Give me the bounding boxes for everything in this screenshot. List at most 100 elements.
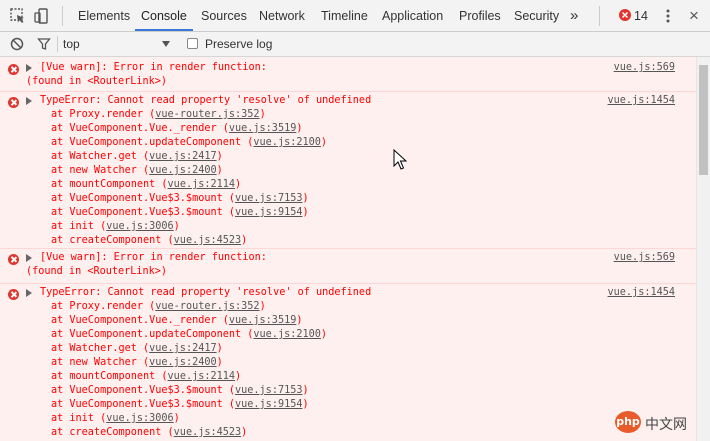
message-text: TypeError: Cannot read property 'resolve… (40, 95, 372, 106)
stack-frame-link[interactable]: vue-router.js:352 (155, 301, 259, 312)
close-devtools-button[interactable]: × (689, 0, 699, 31)
toolbar-divider (57, 36, 58, 52)
stack-frame-link[interactable]: vue.js:3519 (229, 315, 296, 326)
message-text: [Vue warn]: Error in render function: (40, 252, 267, 263)
console-toolbar (0, 32, 710, 57)
tab-sources[interactable]: Sources (201, 0, 247, 31)
menu-icon[interactable] (659, 7, 677, 25)
stack-frame-link[interactable]: vue.js:2400 (149, 165, 216, 176)
stack-frame-close-paren: ) (173, 221, 180, 232)
stack-frame: at new Watcher (vue.js:2400) (51, 356, 327, 370)
stack-frame: at VueComponent.updateComponent (vue.js:… (51, 328, 327, 342)
stack-frame-function: at VueComponent.Vue$3.$mount ( (51, 207, 236, 218)
stack-frame-close-paren: ) (173, 413, 180, 424)
stack-frame: at createComponent (vue.js:4523) (51, 426, 327, 440)
watermark: php 中文网 (615, 409, 707, 439)
inspect-element-icon[interactable] (9, 7, 27, 25)
stack-frame-close-paren: ) (259, 301, 266, 312)
clear-console-icon[interactable] (10, 37, 24, 51)
stack-frame: at mountComponent (vue.js:2114) (51, 370, 327, 384)
stack-frame-close-paren: ) (320, 137, 328, 148)
stack-frame-function: at createComponent ( (51, 235, 174, 246)
expand-triangle-icon[interactable] (26, 254, 32, 262)
stack-frame-close-paren: ) (259, 109, 266, 120)
stack-frame-link[interactable]: vue.js:4523 (174, 427, 241, 438)
tab-profiles[interactable]: Profiles (459, 0, 501, 31)
stack-frame-close-paren: ) (241, 427, 248, 438)
stack-frame-function: at VueComponent.Vue._render ( (51, 123, 229, 134)
expand-triangle-icon[interactable] (26, 289, 32, 297)
source-link[interactable]: vue.js:1454 (608, 94, 675, 108)
stack-frame-link[interactable]: vue.js:2114 (168, 371, 235, 382)
tab-elements[interactable]: Elements (78, 0, 130, 31)
filter-icon[interactable] (37, 37, 51, 51)
error-icon (8, 289, 19, 300)
stack-frame-function: at VueComponent.updateComponent ( (51, 329, 254, 340)
stack-frame-link[interactable]: vue.js:9154 (235, 207, 302, 218)
stack-frame-function: at VueComponent.Vue$3.$mount ( (51, 193, 236, 204)
stack-frame: at Watcher.get (vue.js:2417) (51, 150, 327, 164)
stack-frame-link[interactable]: vue.js:3519 (229, 123, 296, 134)
source-link[interactable]: vue.js:1454 (608, 286, 675, 300)
error-icon (8, 64, 19, 75)
stack-frame-link[interactable]: vue.js:7153 (235, 385, 302, 396)
preserve-log-label[interactable]: Preserve log (205, 37, 272, 51)
console-message: [Vue warn]: Error in render function: (f… (0, 249, 696, 284)
stack-frame-link[interactable]: vue.js:9154 (235, 399, 302, 410)
tabbar-divider (599, 6, 600, 26)
stack-frame-function: at init ( (51, 221, 107, 232)
message-text: TypeError: Cannot read property 'resolve… (40, 287, 372, 298)
stack-frame-close-paren: ) (302, 193, 309, 204)
tab-network[interactable]: Network (259, 0, 305, 31)
stack-frame-function: at VueComponent.Vue$3.$mount ( (51, 399, 236, 410)
stack-frame-link[interactable]: vue.js:2417 (149, 151, 216, 162)
devtools-tabbar: Elements Console Sources Network Timelin… (0, 0, 710, 32)
console-scrollbar[interactable] (696, 57, 710, 441)
tab-console[interactable]: Console (135, 0, 193, 31)
stack-frame-link[interactable]: vue.js:2100 (253, 137, 320, 148)
stack-frame-link[interactable]: vue.js:2400 (149, 357, 216, 368)
stack-frame-link[interactable]: vue-router.js:352 (155, 109, 259, 120)
tab-application[interactable]: Application (382, 0, 443, 31)
console-message: TypeError: Cannot read property 'resolve… (0, 92, 696, 249)
stack-frame: at VueComponent.updateComponent (vue.js:… (51, 136, 327, 150)
context-selector[interactable]: top (63, 37, 80, 51)
stack-frame-function: at Proxy.render ( (51, 301, 156, 312)
error-count-icon[interactable] (619, 9, 631, 21)
tab-security[interactable]: Security (514, 0, 559, 31)
stack-frame-function: at new Watcher ( (51, 357, 150, 368)
stack-frame-close-paren: ) (216, 357, 223, 368)
stack-frame-link[interactable]: vue.js:3006 (106, 221, 173, 232)
tab-timeline[interactable]: Timeline (321, 0, 368, 31)
chevron-down-icon[interactable] (162, 41, 170, 47)
source-link[interactable]: vue.js:569 (614, 61, 675, 75)
device-toolbar-icon[interactable] (33, 7, 51, 25)
stack-frame-link[interactable]: vue.js:3006 (106, 413, 173, 424)
stack-frame: at Proxy.render (vue-router.js:352) (51, 300, 327, 314)
stack-frame-link[interactable]: vue.js:7153 (235, 193, 302, 204)
stack-frame-link[interactable]: vue.js:2114 (168, 179, 235, 190)
stack-frame: at VueComponent.Vue._render (vue.js:3519… (51, 122, 327, 136)
error-icon (8, 254, 19, 265)
stack-frame-link[interactable]: vue.js:2417 (149, 343, 216, 354)
message-text: [Vue warn]: Error in render function: (40, 62, 267, 73)
stack-frame: at VueComponent.Vue$3.$mount (vue.js:915… (51, 206, 327, 220)
stack-trace: at Proxy.render (vue-router.js:352) at Vu… (51, 300, 327, 440)
stack-frame: at Watcher.get (vue.js:2417) (51, 342, 327, 356)
stack-frame-close-paren: ) (216, 151, 223, 162)
stack-frame: at Proxy.render (vue-router.js:352) (51, 108, 327, 122)
watermark-logo: php (615, 411, 641, 433)
stack-frame-function: at mountComponent ( (51, 371, 168, 382)
stack-frame-link[interactable]: vue.js:4523 (174, 235, 241, 246)
stack-frame: at createComponent (vue.js:4523) (51, 234, 327, 248)
source-link[interactable]: vue.js:569 (614, 251, 675, 265)
scrollbar-thumb[interactable] (699, 65, 708, 175)
stack-frame-close-paren: ) (302, 207, 309, 218)
more-tabs-button[interactable]: » (570, 0, 578, 31)
error-count[interactable]: 14 (634, 0, 648, 33)
expand-triangle-icon[interactable] (26, 97, 32, 105)
stack-frame-close-paren: ) (241, 235, 248, 246)
preserve-log-checkbox[interactable] (187, 38, 198, 49)
stack-frame-link[interactable]: vue.js:2100 (253, 329, 320, 340)
expand-triangle-icon[interactable] (26, 64, 32, 72)
